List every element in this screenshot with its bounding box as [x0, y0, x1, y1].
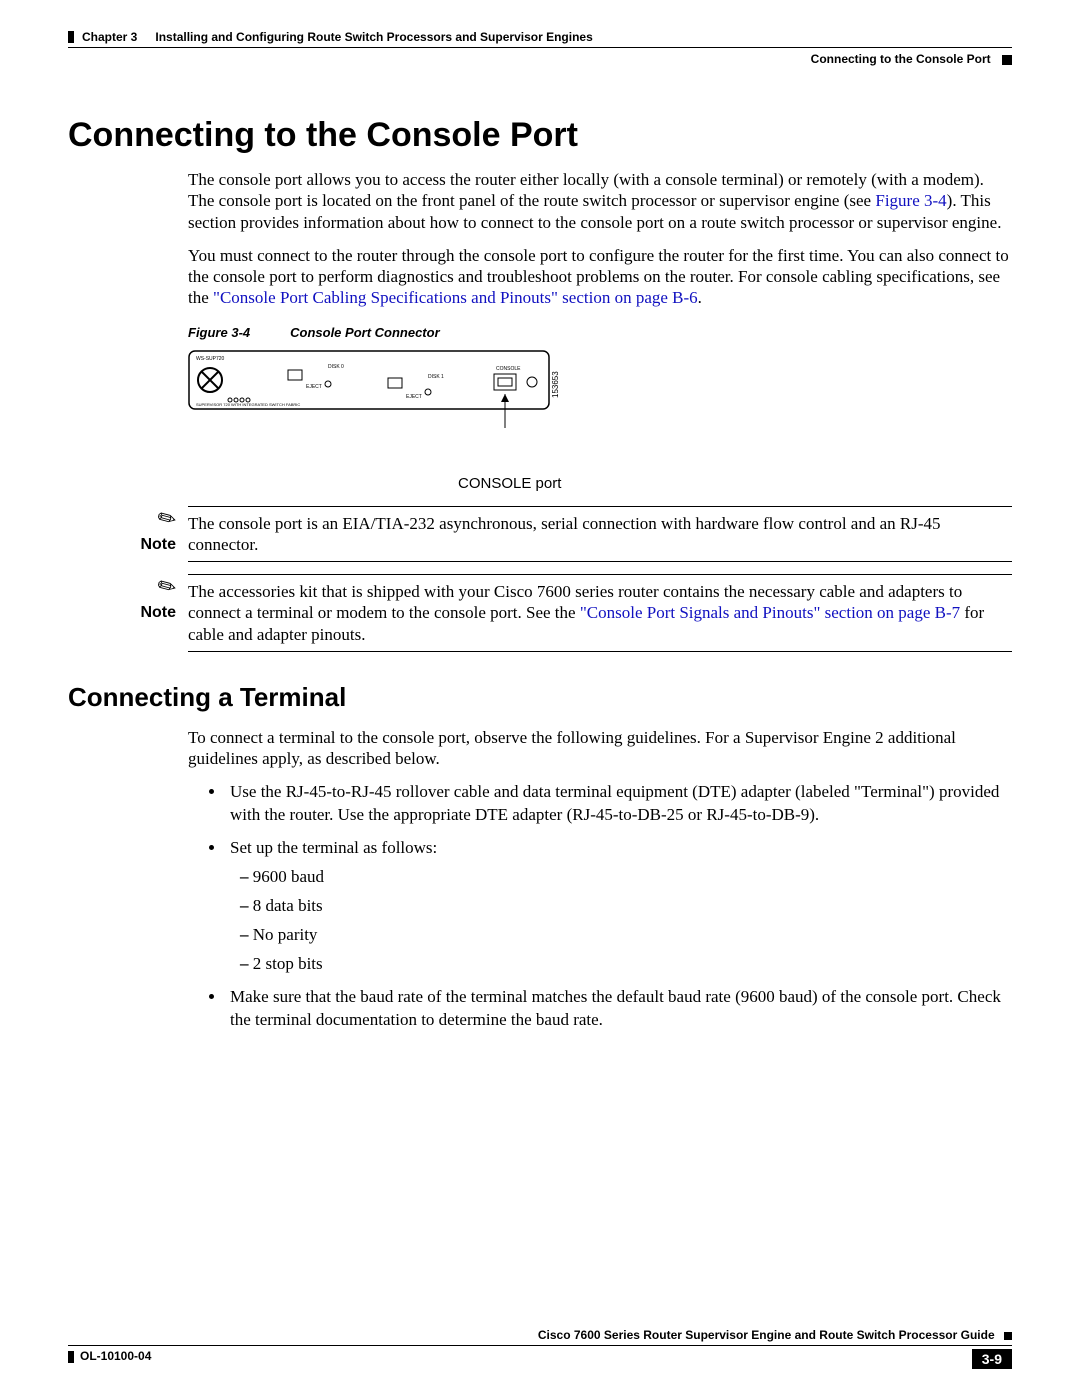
svg-text:CONSOLE: CONSOLE [496, 366, 521, 372]
paragraph: You must connect to the router through t… [188, 245, 1012, 309]
note-label: Note [140, 536, 176, 553]
page-number: 3-9 [972, 1349, 1012, 1369]
bullet-list: Use the RJ-45-to-RJ-45 rollover cable an… [188, 781, 1012, 1031]
list-item: No parity [258, 924, 1012, 947]
figure-caption: Figure 3-4 Console Port Connector [188, 325, 1012, 340]
pencil-icon: ✎ [152, 571, 181, 603]
list-item: 9600 baud [258, 866, 1012, 889]
note-text: The accessories kit that is shipped with… [188, 574, 1012, 652]
crossref-link[interactable]: "Console Port Signals and Pinouts" secti… [580, 603, 960, 622]
list-item: Use the RJ-45-to-RJ-45 rollover cable an… [226, 781, 1012, 827]
paragraph: The console port allows you to access th… [188, 169, 1012, 233]
list-item: 8 data bits [258, 895, 1012, 918]
svg-text:EJECT: EJECT [306, 384, 322, 390]
header-bar-icon [68, 31, 74, 43]
figure-callout: CONSOLE port [458, 475, 1012, 492]
list-item: Make sure that the baud rate of the term… [226, 986, 1012, 1032]
figure-diagram: WS-SUP720 SUPERVISOR 720 WITH INTEGRATED… [188, 350, 1012, 492]
figure-number: Figure 3-4 [188, 325, 250, 340]
list-item: 2 stop bits [258, 953, 1012, 976]
heading-2: Connecting a Terminal [68, 682, 1012, 713]
svg-text:EJECT: EJECT [406, 394, 422, 400]
svg-text:DISK 1: DISK 1 [428, 374, 444, 380]
book-title: Cisco 7600 Series Router Supervisor Engi… [538, 1328, 995, 1342]
footer-bar-icon [68, 1351, 74, 1363]
svg-text:DISK 0: DISK 0 [328, 364, 344, 370]
section-title: Connecting to the Console Port [811, 52, 991, 66]
doc-number: OL-10100-04 [80, 1349, 151, 1363]
svg-text:153653: 153653 [551, 370, 560, 397]
dash-list: 9600 baud 8 data bits No parity 2 stop b… [230, 866, 1012, 976]
panel-model: WS-SUP720 [196, 356, 225, 362]
chapter-title: Installing and Configuring Route Switch … [155, 30, 592, 44]
page-footer: Cisco 7600 Series Router Supervisor Engi… [68, 1328, 1012, 1369]
chapter-label: Chapter 3 [82, 30, 137, 44]
square-icon [1002, 55, 1012, 65]
list-item: Set up the terminal as follows: 9600 bau… [226, 837, 1012, 976]
running-header: Chapter 3 Installing and Configuring Rou… [68, 30, 1012, 48]
note-text: The console port is an EIA/TIA-232 async… [188, 506, 1012, 563]
figure-title: Console Port Connector [290, 325, 440, 340]
note-label: Note [140, 604, 176, 621]
note-block: ✎ Note The accessories kit that is shipp… [68, 574, 1012, 652]
crossref-link[interactable]: Figure 3-4 [875, 191, 946, 210]
note-block: ✎ Note The console port is an EIA/TIA-23… [68, 506, 1012, 563]
running-header-section: Connecting to the Console Port [68, 52, 1012, 66]
console-panel-svg: WS-SUP720 SUPERVISOR 720 WITH INTEGRATED… [188, 350, 588, 430]
body-column: The console port allows you to access th… [188, 169, 1012, 492]
pencil-icon: ✎ [152, 503, 181, 535]
page: Chapter 3 Installing and Configuring Rou… [0, 0, 1080, 1397]
square-icon [1004, 1332, 1012, 1340]
heading-1: Connecting to the Console Port [68, 116, 1012, 155]
panel-subtitle: SUPERVISOR 720 WITH INTEGRATED SWITCH FA… [196, 402, 300, 407]
crossref-link[interactable]: "Console Port Cabling Specifications and… [213, 288, 698, 307]
paragraph: To connect a terminal to the console por… [188, 727, 1012, 770]
